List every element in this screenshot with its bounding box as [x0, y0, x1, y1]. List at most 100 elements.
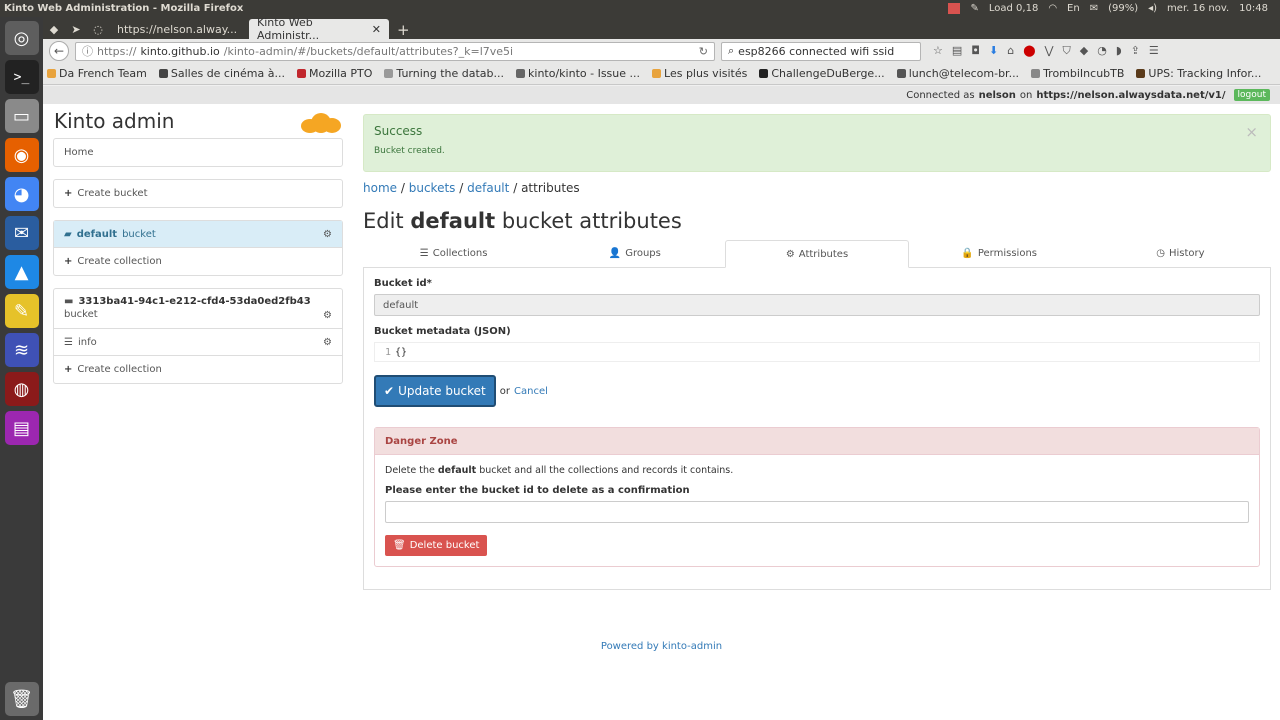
- gear-icon[interactable]: ⚙: [323, 337, 332, 348]
- search-value: esp8266 connected wifi ssid: [738, 44, 895, 58]
- create-collection-link[interactable]: + Create collection: [54, 248, 342, 275]
- bucket-id-field[interactable]: default: [374, 294, 1260, 316]
- workspace-icon[interactable]: ▤: [4, 411, 39, 445]
- sidebar-item-default-bucket[interactable]: ▰ default bucket ⚙: [54, 221, 342, 248]
- disk-icon[interactable]: ◍: [4, 372, 39, 406]
- pocket-icon[interactable]: ◘: [971, 44, 980, 58]
- files-icon[interactable]: ▭: [4, 99, 39, 133]
- paperclip-icon[interactable]: ✎: [970, 3, 978, 14]
- delete-bucket-button[interactable]: 🗑 Delete bucket: [385, 535, 488, 556]
- cancel-link[interactable]: Cancel: [514, 386, 548, 397]
- container-icon[interactable]: ◗: [1116, 44, 1122, 58]
- trash-icon[interactable]: 🗑: [4, 682, 39, 716]
- logout-button[interactable]: logout: [1233, 89, 1270, 101]
- bookmark-item[interactable]: Les plus visités: [652, 67, 747, 80]
- pinned-tab-telegram[interactable]: ➤: [65, 19, 87, 39]
- terminal-icon[interactable]: >_: [4, 60, 39, 94]
- drive-icon[interactable]: ▲: [4, 255, 39, 289]
- tab-collections[interactable]: ☰ Collections: [363, 240, 544, 267]
- tab-nelson[interactable]: https://nelson.alway...: [109, 19, 249, 39]
- new-tab-button[interactable]: +: [389, 21, 418, 39]
- tab-permissions[interactable]: 🔒 Permissions: [909, 240, 1090, 267]
- puzzle-icon[interactable]: ◆: [1080, 44, 1088, 58]
- notification-icon[interactable]: [948, 3, 961, 14]
- sidebar-item-uuid-bucket[interactable]: ▬ 3313ba41-94c1-e212-cfd4-53da0ed2fb43 b…: [54, 289, 342, 329]
- tab-kinto-admin[interactable]: Kinto Web Administr... ✕: [249, 16, 389, 42]
- breadcrumb-home[interactable]: home: [363, 181, 397, 195]
- gear-icon[interactable]: ⚙: [323, 229, 332, 240]
- gear-icon[interactable]: ⚙: [323, 310, 332, 321]
- bookmark-item[interactable]: kinto/kinto - Issue ...: [516, 67, 640, 80]
- battery-indicator[interactable]: (99%): [1108, 3, 1138, 14]
- home-icon[interactable]: ⌂: [1007, 44, 1014, 58]
- pinned-tab-whatsapp[interactable]: ◌: [87, 19, 109, 39]
- lock-icon: 🔒: [961, 248, 974, 259]
- adblock-icon[interactable]: ⬤: [1023, 44, 1035, 58]
- shield-icon[interactable]: ⛉: [1063, 44, 1071, 58]
- powered-by-link[interactable]: Powered by kinto-admin: [601, 641, 722, 652]
- trash-icon: 🗑: [393, 540, 406, 551]
- bookmark-star-icon[interactable]: ☆: [933, 44, 943, 58]
- breadcrumb-buckets[interactable]: buckets: [409, 181, 456, 195]
- download-icon[interactable]: ⬇: [989, 44, 998, 58]
- tab-groups[interactable]: 👤 Groups: [544, 240, 725, 267]
- confirm-bucket-id-input[interactable]: [385, 501, 1249, 523]
- refresh-ext-icon[interactable]: ◔: [1097, 44, 1107, 58]
- sidebar-item-collection-info[interactable]: ☰ info ⚙: [54, 329, 342, 356]
- bookmark-icon: [1136, 69, 1146, 78]
- ubuntu-dash-icon[interactable]: ◎: [4, 21, 39, 55]
- info-icon[interactable]: ⓘ: [82, 43, 93, 59]
- bookmark-item[interactable]: Salles de cinéma à...: [158, 67, 285, 80]
- attributes-form: Bucket id* default Bucket metadata (JSON…: [363, 268, 1271, 590]
- breadcrumb: home / buckets / default / attributes: [363, 181, 580, 195]
- mail-icon[interactable]: ✉: [1090, 3, 1098, 14]
- volume-icon[interactable]: ◂): [1148, 3, 1157, 14]
- load-indicator[interactable]: Load 0,18: [989, 3, 1038, 14]
- bucket-panel-uuid: ▬ 3313ba41-94c1-e212-cfd4-53da0ed2fb43 b…: [53, 288, 343, 384]
- tab-attributes[interactable]: ⚙ Attributes: [725, 240, 909, 268]
- browser-tab-bar: ◆ ➤ ◌ https://nelson.alway... Kinto Web …: [43, 16, 1280, 42]
- bookmark-item[interactable]: UPS: Tracking Infor...: [1136, 67, 1261, 80]
- editor-icon[interactable]: ≋: [4, 333, 39, 367]
- close-icon[interactable]: ×: [1245, 123, 1258, 141]
- toolbar-icons: ☆ ▤ ◘ ⬇ ⌂ ⬤ ⋁ ⛉ ◆ ◔ ◗ ⇪ ☰: [933, 44, 1159, 58]
- pinned-tab-github[interactable]: ◆: [43, 19, 65, 39]
- bookmark-item[interactable]: ChallengeDuBerge...: [759, 67, 885, 80]
- clock-indicator[interactable]: 10:48: [1239, 3, 1268, 14]
- notes-icon[interactable]: ✎: [4, 294, 39, 328]
- chrome-icon[interactable]: ◕: [4, 177, 39, 211]
- reload-icon[interactable]: ↻: [699, 45, 708, 58]
- bookmark-item[interactable]: TrombiIncubTB: [1031, 67, 1124, 80]
- folder-icon: [652, 69, 662, 78]
- menu-icon[interactable]: ☰: [1149, 44, 1159, 58]
- app-title[interactable]: Kinto admin: [54, 109, 174, 133]
- bookmark-item[interactable]: Mozilla PTO: [296, 67, 372, 80]
- tab-history[interactable]: ◷ History: [1090, 240, 1271, 267]
- bookmark-item[interactable]: Da French Team: [47, 67, 147, 80]
- reading-list-icon[interactable]: ▤: [952, 44, 962, 58]
- keyboard-indicator[interactable]: En: [1067, 3, 1080, 14]
- create-bucket-link[interactable]: + Create bucket: [54, 180, 342, 207]
- bookmark-item[interactable]: Turning the datab...: [384, 67, 504, 80]
- url-bar[interactable]: ⓘ https://kinto.github.io/kinto-admin/#/…: [75, 41, 715, 61]
- wifi-icon[interactable]: ◠: [1048, 3, 1057, 14]
- sidebar-item-home[interactable]: Home: [54, 139, 342, 166]
- create-collection-link[interactable]: + Create collection: [54, 356, 342, 383]
- thunderbird-icon[interactable]: ✉: [4, 216, 39, 250]
- breadcrumb-default[interactable]: default: [467, 181, 509, 195]
- search-bar[interactable]: ⌕ esp8266 connected wifi ssid: [721, 41, 921, 61]
- confirm-label: Please enter the bucket id to delete as …: [385, 485, 690, 496]
- metadata-editor[interactable]: 1 {}: [374, 342, 1260, 362]
- close-tab-icon[interactable]: ✕: [372, 23, 381, 36]
- firefox-icon[interactable]: ◉: [4, 138, 39, 172]
- share-icon[interactable]: ⇪: [1131, 44, 1140, 58]
- success-alert: Success Bucket created. ×: [363, 114, 1271, 172]
- bucket-id-label: Bucket id*: [374, 278, 432, 289]
- bookmark-item[interactable]: lunch@telecom-br...: [896, 67, 1019, 80]
- date-indicator[interactable]: mer. 16 nov.: [1167, 3, 1229, 14]
- check-icon: ✔: [384, 384, 395, 398]
- update-bucket-button[interactable]: ✔ Update bucket: [374, 375, 496, 407]
- back-button[interactable]: ←: [49, 41, 69, 61]
- alert-message: Bucket created.: [374, 146, 445, 156]
- extension-icon[interactable]: ⋁: [1045, 44, 1054, 58]
